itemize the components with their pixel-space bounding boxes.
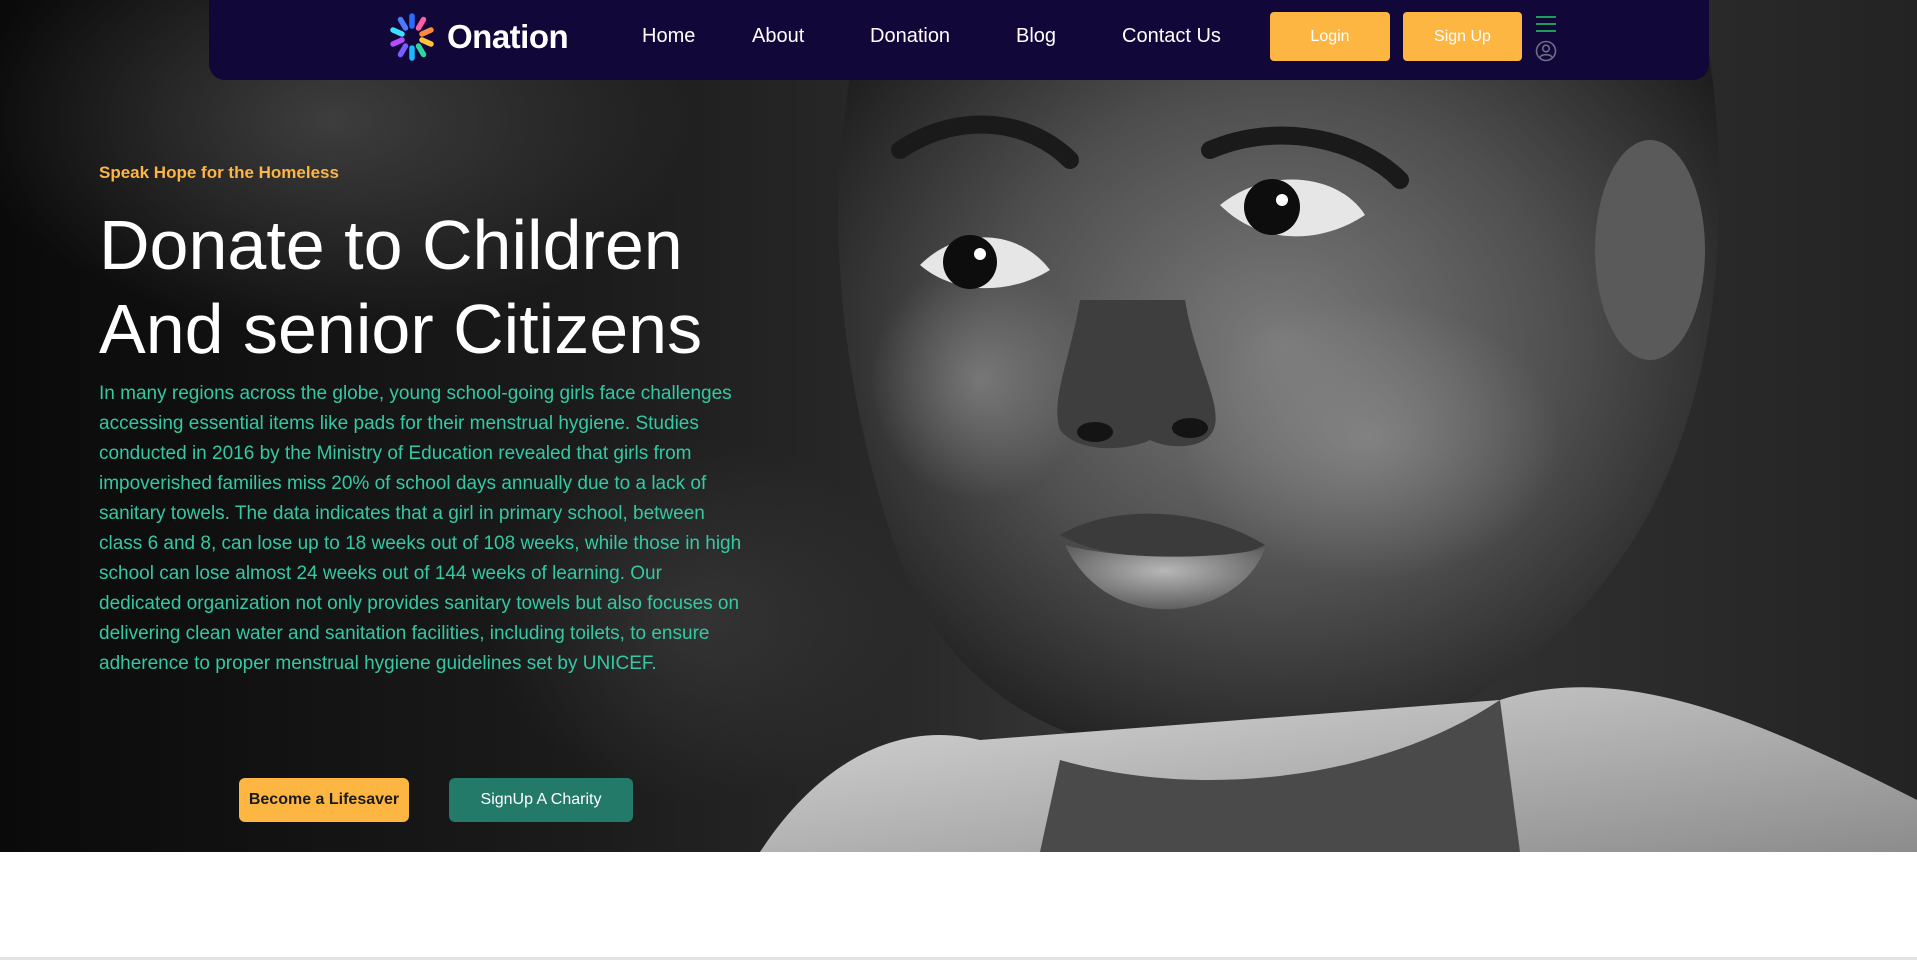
hero-headline-line-1: Donate to Children (99, 206, 683, 284)
login-button[interactable]: Login (1270, 12, 1390, 61)
hero-headline: Donate to Children And senior Citizens (99, 203, 799, 371)
onation-logo-icon (390, 13, 434, 61)
brand-logo[interactable]: Onation (385, 10, 569, 64)
user-icon[interactable] (1535, 40, 1557, 62)
brand-name: Onation (447, 18, 569, 55)
menu-icon[interactable] (1535, 15, 1557, 33)
top-navbar: Onation Home About Donation Blog Contact… (209, 0, 1709, 80)
section-divider (0, 957, 1917, 960)
nav-link-donation[interactable]: Donation (870, 25, 950, 48)
hero-eyebrow: Speak Hope for the Homeless (99, 163, 339, 182)
signup-button[interactable]: Sign Up (1403, 12, 1522, 61)
signup-charity-button[interactable]: SignUp A Charity (449, 778, 633, 822)
nav-link-home[interactable]: Home (642, 25, 695, 48)
hero-headline-line-2: And senior Citizens (99, 290, 703, 368)
hero-description: In many regions across the globe, young … (99, 383, 742, 674)
become-lifesaver-button[interactable]: Become a Lifesaver (239, 778, 409, 822)
nav-link-contact[interactable]: Contact Us (1122, 25, 1221, 48)
hero-section: Onation Home About Donation Blog Contact… (0, 0, 1917, 852)
nav-link-about[interactable]: About (752, 25, 804, 48)
nav-link-blog[interactable]: Blog (1016, 25, 1056, 48)
